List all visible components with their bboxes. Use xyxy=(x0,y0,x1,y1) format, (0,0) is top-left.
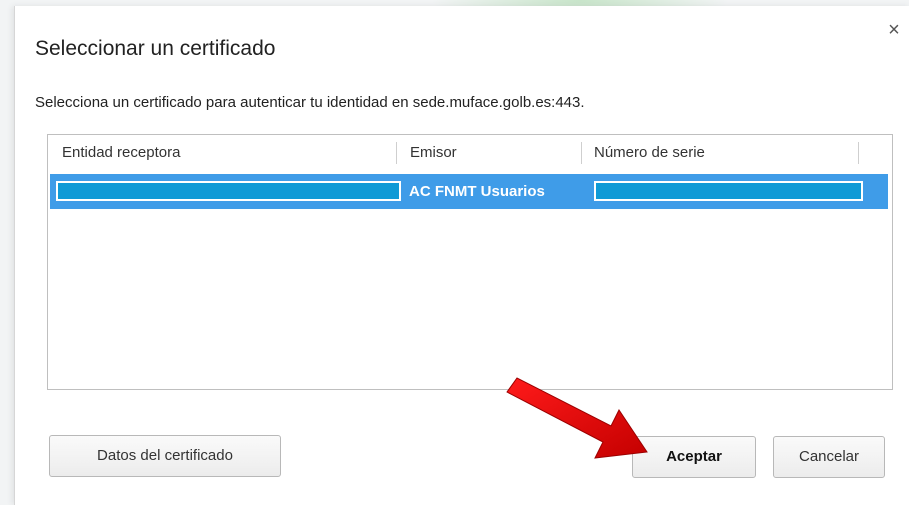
column-separator[interactable] xyxy=(396,142,397,164)
certificate-details-button[interactable]: Datos del certificado xyxy=(49,435,281,477)
table-header: Entidad receptora Emisor Número de serie xyxy=(48,135,892,171)
accept-button[interactable]: Aceptar xyxy=(632,436,756,478)
dialog-title: Seleccionar un certificado xyxy=(35,37,276,60)
certificate-table: Entidad receptora Emisor Número de serie… xyxy=(47,134,893,390)
column-separator[interactable] xyxy=(581,142,582,164)
column-header-entidad[interactable]: Entidad receptora xyxy=(62,135,180,171)
close-icon[interactable]: × xyxy=(884,20,904,40)
column-header-numero-serie[interactable]: Número de serie xyxy=(594,135,705,171)
column-separator[interactable] xyxy=(858,142,859,164)
cancel-button[interactable]: Cancelar xyxy=(773,436,885,478)
dialog-subtitle: Selecciona un certificado para autentica… xyxy=(35,94,585,111)
certificate-dialog: × Seleccionar un certificado Selecciona … xyxy=(14,6,909,505)
numero-serie-redacted xyxy=(594,181,863,201)
column-header-emisor[interactable]: Emisor xyxy=(410,135,457,171)
entidad-receptora-redacted xyxy=(56,181,401,201)
emisor-cell: AC FNMT Usuarios xyxy=(409,183,545,200)
table-row[interactable]: AC FNMT Usuarios xyxy=(50,174,888,209)
